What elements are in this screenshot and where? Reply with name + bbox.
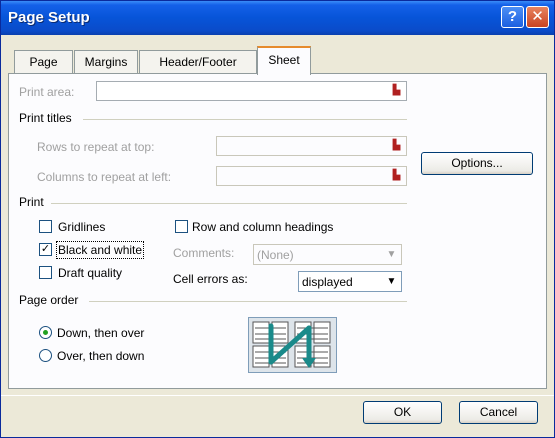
page-setup-dialog: Page Setup ? ✕ Page Margins Header/Foote… <box>0 0 555 438</box>
comments-value: (None) <box>257 248 294 262</box>
cell-errors-value: displayed <box>302 275 353 289</box>
over-then-down-label[interactable]: Over, then down <box>57 349 144 363</box>
page-order-preview-icon <box>248 317 337 373</box>
print-titles-heading: Print titles <box>19 111 72 125</box>
columns-to-repeat-label: Columns to repeat at left: <box>37 170 172 184</box>
rows-to-repeat-label: Rows to repeat at top: <box>37 140 155 154</box>
title-bar[interactable]: Page Setup ? ✕ <box>1 1 554 35</box>
black-and-white-label[interactable]: Black and white <box>56 241 145 259</box>
page-order-separator <box>89 301 407 302</box>
help-button[interactable]: ? <box>501 6 524 28</box>
radio-selected-dot <box>43 330 48 335</box>
footer-divider <box>1 395 554 396</box>
tab-sheet[interactable]: Sheet <box>257 46 311 75</box>
draft-quality-checkbox[interactable] <box>39 266 52 279</box>
draft-quality-label[interactable]: Draft quality <box>58 266 122 280</box>
collapse-dialog-icon[interactable]: ▙ <box>388 168 405 184</box>
row-column-headings-checkbox[interactable] <box>175 220 188 233</box>
tab-header-footer[interactable]: Header/Footer <box>139 50 257 74</box>
chevron-down-icon[interactable]: ▼ <box>383 246 400 263</box>
print-area-label: Print area: <box>19 85 75 99</box>
dialog-title: Page Setup <box>8 9 90 26</box>
over-then-down-radio[interactable] <box>39 349 52 362</box>
comments-label: Comments: <box>173 246 235 260</box>
black-and-white-checkbox[interactable]: ✓ <box>39 243 52 256</box>
collapse-dialog-icon[interactable]: ▙ <box>388 83 405 99</box>
close-button[interactable]: ✕ <box>526 6 549 28</box>
ok-button[interactable]: OK <box>363 401 442 424</box>
cell-errors-select[interactable]: displayed ▼ <box>298 271 402 292</box>
columns-to-repeat-field[interactable]: ▙ <box>216 166 407 186</box>
down-then-over-label[interactable]: Down, then over <box>57 326 144 340</box>
tab-margins[interactable]: Margins <box>74 50 138 74</box>
collapse-dialog-icon[interactable]: ▙ <box>388 138 405 154</box>
rows-to-repeat-field[interactable]: ▙ <box>216 136 407 156</box>
print-titles-separator <box>83 119 407 120</box>
page-order-heading: Page order <box>19 293 79 307</box>
row-column-headings-label[interactable]: Row and column headings <box>192 220 333 234</box>
print-separator <box>51 203 407 204</box>
tab-page[interactable]: Page <box>14 50 73 74</box>
gridlines-checkbox[interactable] <box>39 220 52 233</box>
print-area-field[interactable]: ▙ <box>96 81 407 101</box>
gridlines-label[interactable]: Gridlines <box>58 220 105 234</box>
comments-select[interactable]: (None) ▼ <box>253 244 402 265</box>
options-button[interactable]: Options... <box>421 152 533 175</box>
cancel-button[interactable]: Cancel <box>459 401 538 424</box>
print-heading: Print <box>19 195 44 209</box>
chevron-down-icon[interactable]: ▼ <box>383 273 400 290</box>
down-then-over-radio[interactable] <box>39 326 52 339</box>
cell-errors-label: Cell errors as: <box>173 272 248 286</box>
